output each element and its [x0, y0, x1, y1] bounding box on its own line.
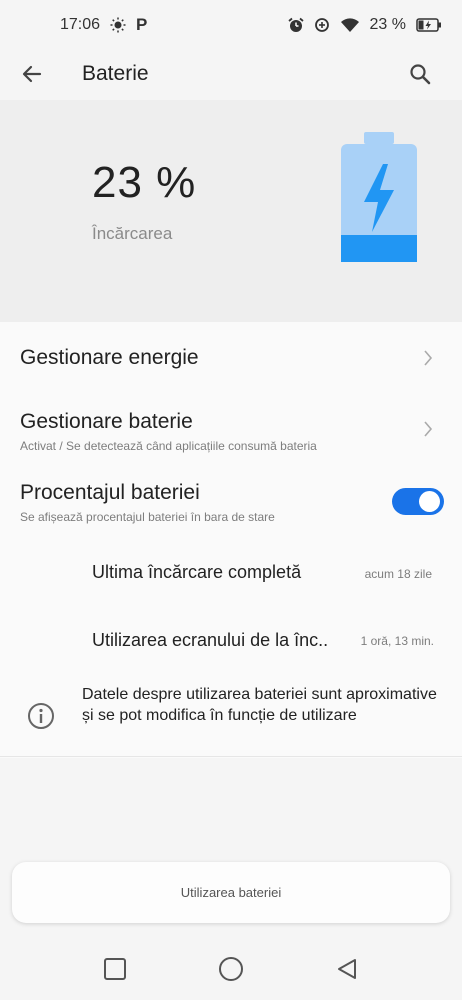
battery-management-subtitle: Activat / Se detectează când aplicațiile… [20, 439, 317, 453]
triangle-back-icon [338, 959, 356, 979]
recents-button[interactable] [102, 956, 128, 982]
battery-summary: 23 % Încărcarea [0, 100, 462, 322]
app-bar: Baterie [0, 50, 462, 100]
last-full-charge-label: Ultima încărcare completă [92, 562, 302, 582]
chevron-right-icon [420, 420, 436, 438]
battery-management-title: Gestionare baterie [20, 410, 193, 433]
page-title: Baterie [82, 62, 149, 85]
battery-percentage-toggle[interactable] [392, 488, 444, 515]
status-time: 17:06 [60, 16, 101, 33]
wifi-icon [340, 17, 360, 33]
parking-icon: P [136, 15, 148, 34]
battery-usage-button[interactable]: Utilizarea bateriei [12, 862, 450, 923]
back-arrow-icon[interactable] [18, 60, 46, 88]
circle-icon [219, 957, 243, 981]
status-battery-percent: 23 % [369, 16, 406, 33]
data-saver-icon [314, 17, 330, 33]
battery-usage-disclaimer: Datele despre utilizarea bateriei sunt a… [82, 686, 437, 724]
chevron-right-icon [420, 349, 436, 367]
alarm-icon [287, 17, 304, 33]
battery-percentage-title: Procentajul bateriei [20, 481, 200, 504]
battery-charging-icon [416, 17, 442, 33]
charging-status: Încărcarea [92, 224, 173, 243]
battery-percentage-subtitle: Se afișează procentajul bateriei în bara… [20, 510, 275, 524]
navigation-bar [0, 940, 462, 1000]
search-icon[interactable] [406, 60, 434, 88]
status-bar: 17:06 P 23 % [0, 0, 462, 50]
last-full-charge-value: acum 18 zile [364, 567, 432, 581]
back-button[interactable] [334, 956, 360, 982]
info-icon [27, 702, 55, 730]
toggle-knob [419, 491, 440, 512]
divider [0, 756, 462, 757]
brightness-icon [110, 17, 126, 33]
square-icon [104, 958, 126, 980]
home-button[interactable] [218, 956, 244, 982]
screen-usage-value: 1 oră, 13 min. [360, 634, 434, 648]
battery-level-icon [340, 130, 418, 269]
settings-list: Gestionare energie Gestionare baterie Ac… [0, 322, 462, 758]
screen-usage-label: Utilizarea ecranului de la înc.. [92, 630, 329, 650]
battery-percent: 23 % [92, 158, 197, 207]
energy-management-title: Gestionare energie [20, 346, 199, 369]
